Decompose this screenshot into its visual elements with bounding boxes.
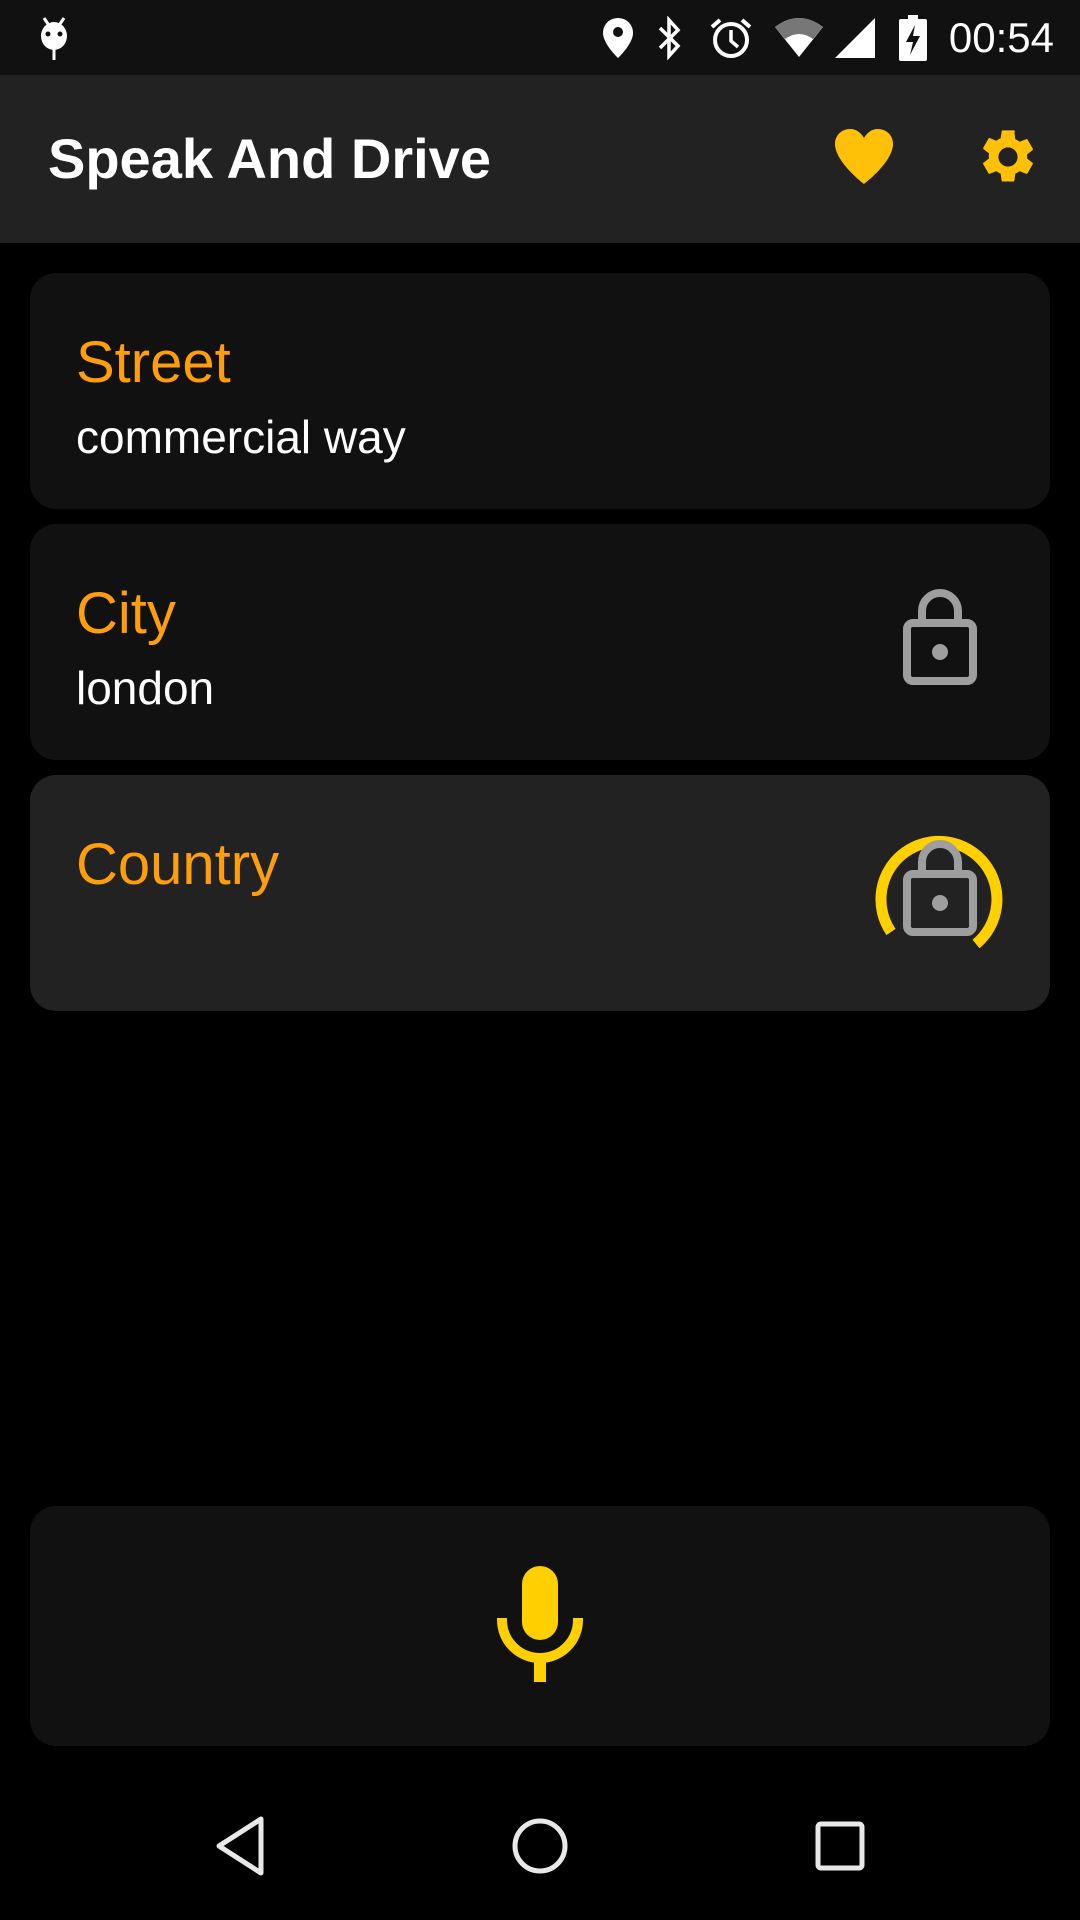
- signal-icon: [832, 14, 878, 62]
- country-field-card[interactable]: Country: [30, 775, 1050, 1011]
- favorite-button[interactable]: [826, 121, 902, 197]
- street-value: commercial way: [76, 411, 406, 463]
- unlock-icon: [900, 588, 980, 694]
- home-icon: [510, 1816, 570, 1881]
- recents-icon: [814, 1820, 866, 1877]
- city-lock-button[interactable]: [875, 576, 1005, 706]
- bluetooth-icon: [652, 14, 688, 62]
- settings-button[interactable]: [970, 121, 1046, 197]
- unlock-icon: [900, 839, 980, 945]
- gear-icon: [976, 125, 1040, 194]
- status-bar: 00:54: [0, 0, 1080, 75]
- home-button[interactable]: [490, 1798, 590, 1898]
- android-debug-icon: [34, 14, 74, 62]
- app-bar: Speak And Drive: [0, 75, 1080, 243]
- navigation-bar: [0, 1776, 1080, 1920]
- city-label: City: [76, 581, 176, 646]
- back-icon: [213, 1815, 267, 1882]
- location-icon: [598, 14, 638, 62]
- microphone-button[interactable]: [30, 1506, 1050, 1746]
- microphone-icon: [496, 1564, 584, 1689]
- street-field-card[interactable]: Street commercial way: [30, 273, 1050, 509]
- country-label: Country: [76, 832, 280, 897]
- alarm-icon: [706, 14, 756, 62]
- back-button[interactable]: [190, 1798, 290, 1898]
- app-title: Speak And Drive: [48, 127, 491, 190]
- heart-icon: [833, 128, 895, 191]
- city-value: london: [76, 662, 215, 714]
- street-label: Street: [76, 330, 231, 395]
- wifi-icon: [772, 14, 826, 62]
- country-lock-button[interactable]: [875, 827, 1005, 957]
- status-time: 00:54: [948, 14, 1054, 61]
- city-field-card[interactable]: City london: [30, 524, 1050, 760]
- recents-button[interactable]: [790, 1798, 890, 1898]
- battery-charging-icon: [896, 14, 930, 62]
